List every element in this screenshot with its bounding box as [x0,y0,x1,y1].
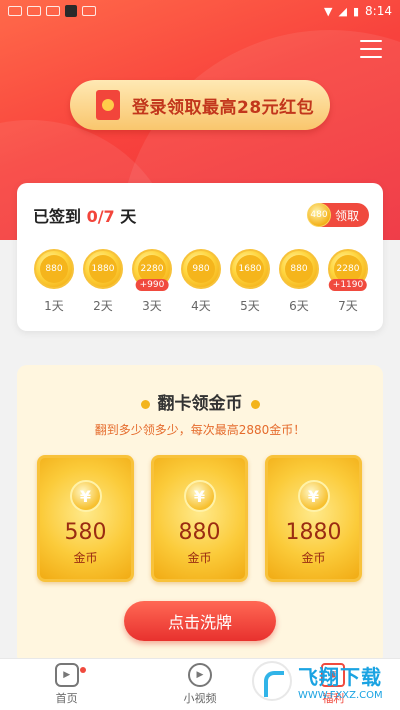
clock: 8:14 [365,4,392,18]
home-icon: ▶ [54,663,79,687]
flip-cards: ¥ 580 金币 ¥ 880 金币 ¥ 1880 金币 [37,455,383,582]
shuffle-button[interactable]: 点击洗牌 [124,601,276,641]
menu-icon [360,48,382,50]
coin-icon: 1880 [83,249,123,289]
notification-icon [82,6,96,16]
card-unit: 金币 [301,551,326,565]
menu-button[interactable] [360,40,382,58]
coin-icon: 480 [307,203,331,227]
day-label: 7天 [338,299,358,313]
video-icon: ▶ [187,663,212,687]
signin-days: 880 1天 1880 2天 2280 +990 3天 980 4天 1680 … [33,249,369,314]
watermark-logo-icon [252,661,292,701]
wifi-icon: ▼ [324,4,333,18]
yen-coin-icon: ¥ [69,480,102,512]
status-right: ▼ ◢ ▮ 8:14 [324,4,392,18]
flip-card[interactable]: ¥ 880 金币 [151,455,248,582]
coin-icon: 880 [34,249,74,289]
coin-icon: 980 [181,249,221,289]
yen-coin-icon: ¥ [183,480,216,512]
signin-day[interactable]: 2280 +1190 7天 [327,249,369,314]
login-reward-button[interactable]: 登录领取最高28元红包 [70,80,330,130]
flip-title: 翻卡领金币 [17,389,383,414]
flip-title-text: 翻卡领金币 [157,394,243,414]
notification-icon [46,6,60,16]
card-amount: 1880 [285,520,342,545]
day-coin-value: 1680 [236,255,264,283]
nav-item-home[interactable]: ▶ 首页 [0,659,133,710]
day-bonus-badge: +990 [135,279,169,291]
flip-card[interactable]: ¥ 580 金币 [37,455,134,582]
menu-icon [360,56,382,58]
day-coin-value: 880 [285,255,313,283]
red-envelope-icon [96,90,120,120]
day-coin-value: 1880 [89,255,117,283]
signal-icon: ◢ [338,4,347,18]
status-bar: ▼ ◢ ▮ 8:14 [0,0,400,22]
day-coin-value: 980 [187,255,215,283]
day-label: 3天 [142,299,162,313]
login-reward-label: 登录领取最高28元红包 [132,97,315,118]
yen-coin-icon: ¥ [297,480,330,512]
flip-card-section: 翻卡领金币 翻到多少领多少，每次最高2880金币！ ¥ 580 金币 ¥ 880… [17,365,383,665]
notification-icon [8,6,22,16]
day-coin-value: 880 [40,255,68,283]
signin-day[interactable]: 1680 5天 [229,249,271,314]
card-unit: 金币 [73,551,98,565]
day-label: 5天 [240,299,260,313]
watermark: 飞翔下载 WWW.FXXZ.COM [252,658,392,704]
watermark-url: WWW.FXXZ.COM [298,690,383,701]
claim-button[interactable]: 480 领取 [307,203,369,227]
watermark-text: 飞翔下载 WWW.FXXZ.COM [298,661,383,701]
coin-dot-icon [250,399,260,409]
signin-day[interactable]: 980 4天 [180,249,222,314]
notification-icons [8,5,96,17]
day-label: 1天 [44,299,64,313]
flip-card[interactable]: ¥ 1880 金币 [265,455,362,582]
coin-icon: 1680 [230,249,270,289]
coin-icon: 880 [279,249,319,289]
nav-item-video[interactable]: ▶ 小视频 [133,659,266,710]
day-bonus-badge: +1190 [328,279,368,291]
notification-icon [27,6,41,16]
app-icon [65,5,77,17]
flip-subtitle: 翻到多少领多少，每次最高2880金币！ [94,423,306,437]
battery-icon: ▮ [352,4,360,18]
signin-day[interactable]: 1880 2天 [82,249,124,314]
signin-day[interactable]: 880 1天 [33,249,75,314]
signin-day[interactable]: 2280 +990 3天 [131,249,173,314]
day-label: 4天 [191,299,211,313]
signin-day[interactable]: 880 6天 [278,249,320,314]
signin-progress: 0/7 [86,207,115,226]
signin-title-suffix: 天 [114,207,137,226]
menu-icon [360,40,382,42]
signin-card: 已签到 0/7 天 480 领取 880 1天 1880 2天 2280 +99… [17,183,383,331]
day-label: 6天 [289,299,309,313]
nav-label: 首页 [55,692,78,705]
nav-label: 小视频 [183,692,217,705]
coin-dot-icon [140,399,150,409]
card-amount: 580 [64,520,107,545]
claim-label: 领取 [335,208,360,223]
day-label: 2天 [93,299,113,313]
card-amount: 880 [178,520,221,545]
signin-title: 已签到 0/7 天 [33,203,136,227]
signin-title-prefix: 已签到 [33,207,87,226]
card-unit: 金币 [187,551,212,565]
notification-dot [80,667,86,673]
watermark-title: 飞翔下载 [298,665,382,689]
